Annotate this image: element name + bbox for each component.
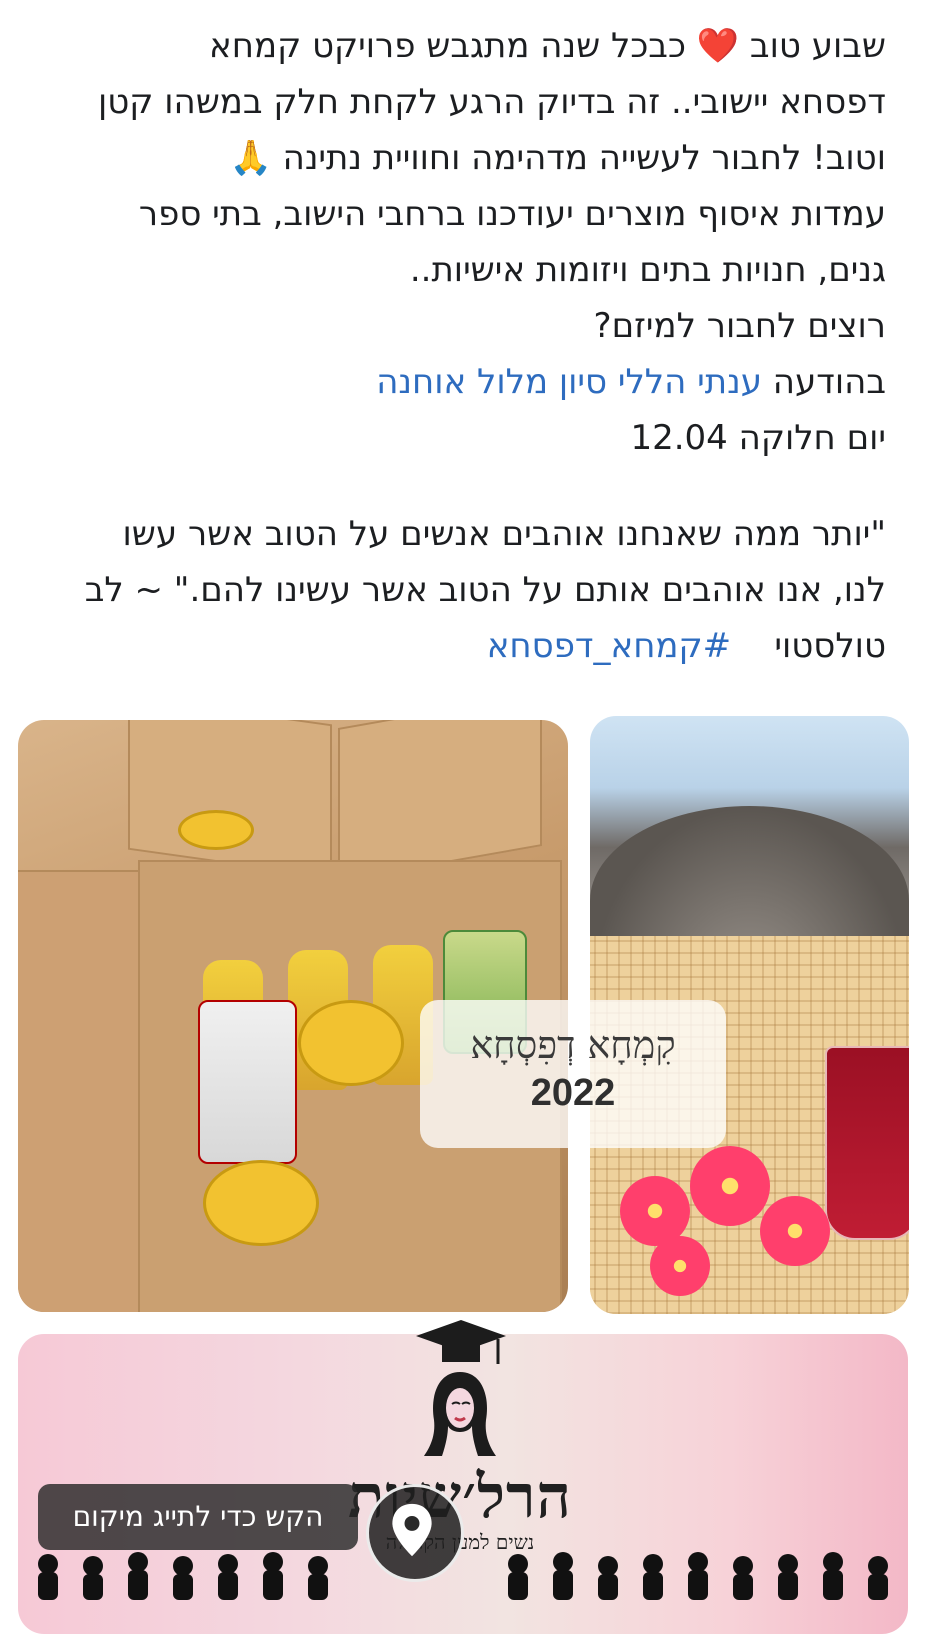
post-line-7: בהודעה ענתי הללי סיון מלול אוחנה (40, 354, 886, 410)
post-line-1: שבוע טוב ❤️ כבכל שנה מתגבש פרויקט קמחא (40, 18, 886, 74)
post-line-3: וטוב! לחבור לעשייה מדהימה וחוויית נתינה … (229, 138, 886, 178)
jar-lid (178, 810, 254, 850)
caption-title: קִמְחָא דְפִסְחָא (470, 1023, 676, 1067)
cardboard-side (18, 870, 142, 1312)
post-line-6: רוצים לחבור למיזם? (593, 306, 886, 346)
map-pin-icon (392, 1503, 432, 1557)
quote-line-3: טולסטוי #קמחא_דפסחא (40, 618, 886, 674)
distribution-day: יום חלוקה 12.04 (630, 418, 886, 458)
quote-line-1: "יותר ממה שאנחנו אוהבים אנשים על הטוב אש… (122, 514, 886, 554)
post-text: שבוע טוב ❤️ כבכל שנה מתגבש פרויקט קמחא ד… (40, 18, 886, 674)
post-line-1-end: כבכל שנה מתגבש פרויקט קמחא (209, 26, 686, 66)
quote-author: טולסטוי (774, 626, 886, 666)
women-silhouettes (38, 1552, 888, 1600)
hashtag-link[interactable]: #קמחא_דפסחא (487, 626, 731, 666)
jar-lid (298, 1000, 404, 1086)
post-line-2: דפסחא יישובי.. זה בדיוק הרגע לקחת חלק במ… (98, 82, 886, 122)
wine-glass (825, 1046, 909, 1240)
graduation-cap-icon (416, 1320, 506, 1364)
woman-face-icon (424, 1372, 496, 1456)
heart-icon: ❤️ (696, 26, 740, 66)
post-line-1-start: שבוע טוב (749, 26, 886, 66)
mention-link[interactable]: ענתי הללי סיון מלול אוחנה (376, 362, 762, 402)
flower (690, 1146, 770, 1226)
jar-lid (203, 1160, 319, 1246)
cardboard-flap (338, 720, 542, 882)
tag-location-button[interactable] (366, 1484, 464, 1582)
can (198, 1000, 297, 1164)
tag-location-tooltip[interactable]: הקש כדי לתייג מיקום (38, 1484, 358, 1550)
post-line-5: גנים, חנויות בתים ויזומות אישיות.. (409, 250, 886, 290)
flower (760, 1196, 830, 1266)
campaign-caption: קִמְחָא דְפִסְחָא 2022 (420, 1000, 726, 1148)
cardboard-flap (128, 720, 332, 879)
post-line-4: עמדות איסוף מוצרים יעודכנו ברחבי הישוב, … (138, 194, 886, 234)
flower (650, 1236, 710, 1296)
post-line-7-prefix: בהודעה (772, 362, 886, 402)
quote-line-2: לנו, אנו אוהבים אותם על הטוב אשר עשינו ל… (84, 570, 886, 610)
caption-year: 2022 (530, 1072, 616, 1114)
